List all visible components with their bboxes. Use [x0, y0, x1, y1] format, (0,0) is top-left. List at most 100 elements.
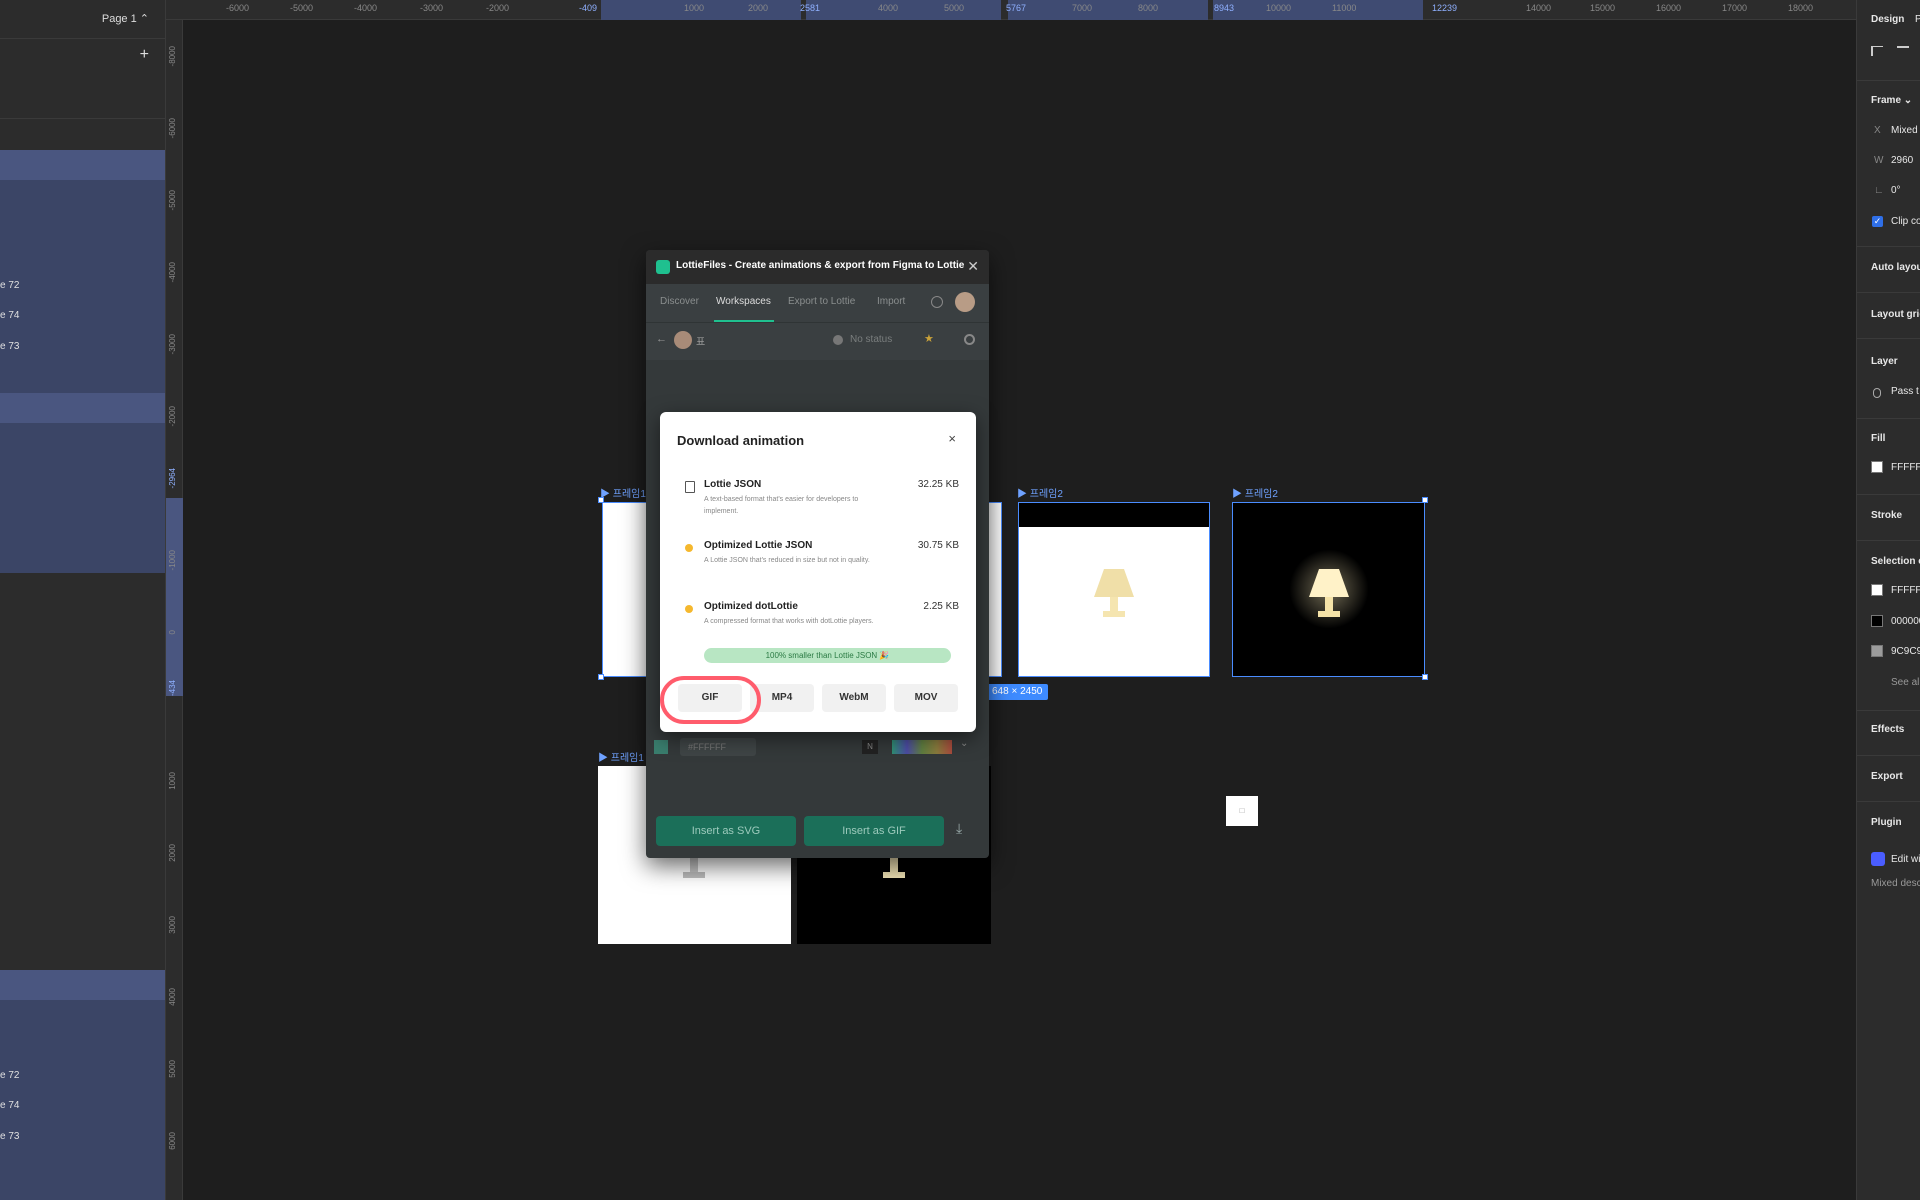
- settings-icon[interactable]: [964, 334, 975, 345]
- tab-design[interactable]: Design: [1871, 14, 1904, 25]
- layer-row[interactable]: e 72: [0, 1070, 19, 1081]
- rotation-value[interactable]: 0°: [1891, 185, 1901, 196]
- selection-color-value[interactable]: FFFFFF: [1891, 585, 1920, 596]
- ruler-tick: -6000: [226, 3, 250, 13]
- layer-group-selected[interactable]: [0, 423, 165, 573]
- star-icon[interactable]: ★: [924, 332, 934, 345]
- color-swatch[interactable]: [1871, 615, 1883, 627]
- page-selector[interactable]: Page 1 ⌃: [102, 12, 149, 25]
- ruler-tick: -3000: [168, 334, 177, 355]
- avatar[interactable]: [955, 292, 975, 312]
- tab-prototype[interactable]: P: [1915, 14, 1920, 25]
- plugin-section: Plugin: [1871, 817, 1902, 828]
- status-text[interactable]: No status: [850, 334, 892, 345]
- small-canvas-node[interactable]: □: [1226, 796, 1258, 826]
- clip-content-label[interactable]: Clip co: [1891, 216, 1920, 227]
- canvas-frame[interactable]: [1232, 502, 1425, 677]
- color-chip[interactable]: N: [862, 740, 878, 754]
- layer-row[interactable]: e 74: [0, 1100, 19, 1111]
- frame-label[interactable]: ▶ 프레임1: [600, 485, 646, 500]
- x-value[interactable]: Mixed: [1891, 125, 1918, 136]
- option-optimized-lottie-json[interactable]: Optimized Lottie JSON 30.75 KB A Lottie …: [677, 540, 959, 590]
- fill-section: Fill: [1871, 433, 1886, 444]
- layer-group-selected[interactable]: [0, 180, 165, 393]
- frame-section-title[interactable]: Frame ⌄: [1871, 95, 1912, 106]
- see-all-link[interactable]: See all: [1891, 677, 1920, 688]
- size-badge: 648 × 2450: [986, 684, 1049, 700]
- selection-handle[interactable]: [598, 497, 604, 503]
- rotation-icon: ∟: [1874, 185, 1884, 196]
- layer-row[interactable]: e 74: [0, 310, 19, 321]
- selection-handle[interactable]: [1422, 674, 1428, 680]
- selection-color-value[interactable]: 9C9C9C: [1891, 646, 1920, 657]
- stroke-section[interactable]: Stroke: [1871, 510, 1902, 521]
- tab-export-to-lottie[interactable]: Export to Lottie: [788, 296, 855, 307]
- layer-row-selected[interactable]: [0, 970, 165, 1000]
- layer-row[interactable]: e 73: [0, 341, 19, 352]
- fill-value[interactable]: FFFFFF: [1891, 462, 1920, 473]
- selection-handle[interactable]: [1422, 497, 1428, 503]
- align-left-icon[interactable]: [1871, 46, 1883, 56]
- lamp-post-icon: [890, 858, 898, 872]
- download-icon[interactable]: ⤓: [956, 820, 962, 837]
- checkbox-icon[interactable]: ✓: [1872, 216, 1883, 227]
- color-palette-strip[interactable]: [892, 740, 952, 754]
- frame-label[interactable]: ▶ 프레임1: [598, 749, 644, 764]
- divider: [1857, 755, 1920, 756]
- lamp-base-icon: [683, 872, 705, 878]
- layer-row[interactable]: e 73: [0, 1131, 19, 1142]
- ruler-tick: -4000: [354, 3, 378, 13]
- align-center-icon[interactable]: [1897, 46, 1909, 56]
- color-swatch[interactable]: [1871, 584, 1883, 596]
- layout-grid-section[interactable]: Layout grid: [1871, 309, 1920, 320]
- canvas-frame[interactable]: [1018, 502, 1210, 677]
- frame-label[interactable]: ▶ 프레임2: [1232, 485, 1278, 500]
- option-optimized-dotlottie[interactable]: Optimized dotLottie 2.25 KB A compressed…: [677, 601, 959, 651]
- close-icon[interactable]: ×: [948, 431, 956, 446]
- close-icon[interactable]: ✕: [967, 258, 979, 275]
- layer-row-selected[interactable]: [0, 393, 165, 423]
- tab-workspaces[interactable]: Workspaces: [716, 296, 771, 307]
- insert-as-gif-button[interactable]: Insert as GIF: [804, 816, 944, 846]
- divider: [1857, 710, 1920, 711]
- color-swatch[interactable]: [1871, 645, 1883, 657]
- divider: [1857, 418, 1920, 419]
- sparkle-icon: [685, 544, 693, 552]
- divider: [1857, 494, 1920, 495]
- color-hex-field[interactable]: #FFFFFF: [680, 738, 756, 756]
- frame-header-bar: [1019, 503, 1209, 527]
- chevron-down-icon[interactable]: ⌄: [960, 738, 968, 749]
- layer-group-selected[interactable]: [0, 1000, 165, 1200]
- w-value[interactable]: 2960: [1891, 155, 1913, 166]
- frame-label[interactable]: ▶ 프레임2: [1017, 485, 1063, 500]
- blend-mode-value[interactable]: Pass t: [1891, 386, 1919, 397]
- option-description: A Lottie JSON that's reduced in size but…: [704, 557, 870, 564]
- layer-row-selected[interactable]: [0, 150, 165, 180]
- effects-section[interactable]: Effects: [1871, 724, 1904, 735]
- layer-row[interactable]: e 72: [0, 280, 19, 291]
- divider: [0, 38, 165, 39]
- option-name: Optimized Lottie JSON: [704, 540, 813, 551]
- horizontal-ruler: -6000 -5000 -4000 -3000 -2000 -409 1000 …: [166, 0, 1856, 20]
- tab-import[interactable]: Import: [877, 296, 905, 307]
- option-lottie-json[interactable]: Lottie JSON 32.25 KB A text-based format…: [677, 479, 959, 529]
- ruler-tick: 1000: [684, 3, 705, 13]
- tab-discover[interactable]: Discover: [660, 296, 699, 307]
- divider: [1857, 338, 1920, 339]
- plugin-item[interactable]: Edit wi: [1891, 854, 1920, 865]
- insert-as-svg-button[interactable]: Insert as SVG: [656, 816, 796, 846]
- ruler-tick: 15000: [1590, 3, 1616, 13]
- selection-handle[interactable]: [598, 674, 604, 680]
- fill-swatch[interactable]: [1871, 461, 1883, 473]
- webm-button[interactable]: WebM: [822, 684, 886, 712]
- option-size: 2.25 KB: [923, 601, 959, 612]
- transparency-icon[interactable]: [654, 740, 668, 754]
- export-section[interactable]: Export: [1871, 771, 1903, 782]
- auto-layout-section[interactable]: Auto layout: [1871, 262, 1920, 273]
- back-arrow-icon[interactable]: ←: [656, 333, 667, 345]
- mov-button[interactable]: MOV: [894, 684, 958, 712]
- add-page-button[interactable]: +: [140, 46, 149, 64]
- selection-color-value[interactable]: 000000: [1891, 616, 1920, 627]
- clock-icon[interactable]: [931, 296, 943, 308]
- divider: [1857, 540, 1920, 541]
